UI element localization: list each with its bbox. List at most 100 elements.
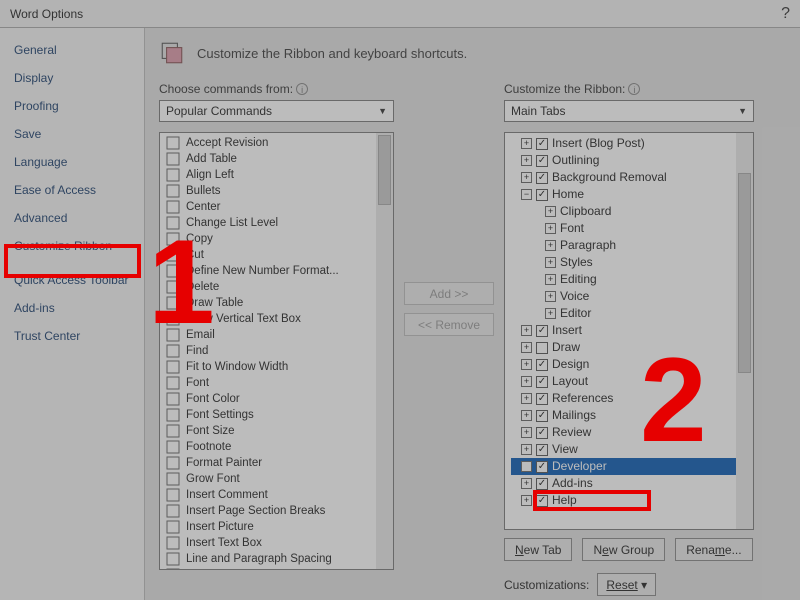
- sidebar-item-ease-of-access[interactable]: Ease of Access: [0, 176, 144, 204]
- tree-item-draw[interactable]: +Draw: [511, 339, 747, 356]
- sidebar-item-display[interactable]: Display: [0, 64, 144, 92]
- checkbox[interactable]: [536, 376, 548, 388]
- expander-icon[interactable]: +: [545, 257, 556, 268]
- command-item[interactable]: Add Table▸: [160, 151, 393, 167]
- new-group-button[interactable]: New Group: [582, 538, 665, 561]
- checkbox[interactable]: [536, 393, 548, 405]
- command-item[interactable]: Align Left: [160, 167, 393, 183]
- new-tab-button[interactable]: New Tab: [504, 538, 572, 561]
- expander-icon[interactable]: +: [545, 291, 556, 302]
- expander-icon[interactable]: +: [521, 359, 532, 370]
- tree-item-design[interactable]: +Design: [511, 356, 747, 373]
- tree-item-outlining[interactable]: +Outlining: [511, 152, 747, 169]
- expander-icon[interactable]: +: [521, 495, 532, 506]
- expander-icon[interactable]: +: [521, 444, 532, 455]
- command-item[interactable]: Font Settings: [160, 407, 393, 423]
- tree-item-voice[interactable]: +Voice: [511, 288, 747, 305]
- tree-item-clipboard[interactable]: +Clipboard: [511, 203, 747, 220]
- rename-button[interactable]: Rename...: [675, 538, 752, 561]
- sidebar-item-proofing[interactable]: Proofing: [0, 92, 144, 120]
- sidebar-item-save[interactable]: Save: [0, 120, 144, 148]
- command-item[interactable]: Font Color▸: [160, 391, 393, 407]
- command-item[interactable]: Bullets▸: [160, 183, 393, 199]
- tree-item-view[interactable]: +View: [511, 441, 747, 458]
- tree-item-developer[interactable]: +Developer: [511, 458, 747, 475]
- expander-icon[interactable]: +: [545, 206, 556, 217]
- expander-icon[interactable]: +: [521, 410, 532, 421]
- scroll-thumb[interactable]: [378, 135, 391, 205]
- tree-item-editor[interactable]: +Editor: [511, 305, 747, 322]
- checkbox[interactable]: [536, 461, 548, 473]
- command-item[interactable]: Fit to Window Width: [160, 359, 393, 375]
- tree-item-insert[interactable]: +Insert: [511, 322, 747, 339]
- command-item[interactable]: Center: [160, 199, 393, 215]
- sidebar-item-add-ins[interactable]: Add-ins: [0, 294, 144, 322]
- checkbox[interactable]: [536, 138, 548, 150]
- help-button[interactable]: ?: [781, 5, 790, 23]
- checkbox[interactable]: [536, 189, 548, 201]
- expander-icon[interactable]: +: [521, 155, 532, 166]
- info-icon[interactable]: i: [296, 83, 308, 95]
- expander-icon[interactable]: +: [521, 325, 532, 336]
- expander-icon[interactable]: +: [545, 240, 556, 251]
- command-item[interactable]: Insert Text Box: [160, 535, 393, 551]
- command-item[interactable]: Grow Font: [160, 471, 393, 487]
- expander-icon[interactable]: +: [521, 172, 532, 183]
- tree-item-layout[interactable]: +Layout: [511, 373, 747, 390]
- expander-icon[interactable]: +: [521, 427, 532, 438]
- expander-icon[interactable]: +: [545, 223, 556, 234]
- checkbox[interactable]: [536, 359, 548, 371]
- command-item[interactable]: Format Painter: [160, 455, 393, 471]
- sidebar-item-general[interactable]: General: [0, 36, 144, 64]
- customize-ribbon-dropdown[interactable]: Main Tabs▼: [504, 100, 754, 122]
- sidebar-item-language[interactable]: Language: [0, 148, 144, 176]
- expander-icon[interactable]: −: [521, 189, 532, 200]
- info-icon[interactable]: i: [628, 83, 640, 95]
- scrollbar[interactable]: [376, 133, 393, 569]
- command-item[interactable]: Font▭: [160, 375, 393, 391]
- checkbox[interactable]: [536, 427, 548, 439]
- command-item[interactable]: Insert Comment: [160, 487, 393, 503]
- choose-commands-dropdown[interactable]: Popular Commands▼: [159, 100, 394, 122]
- command-item[interactable]: Font Size▭: [160, 423, 393, 439]
- command-item[interactable]: Insert Page Section Breaks▸: [160, 503, 393, 519]
- command-item[interactable]: Accept Revision: [160, 135, 393, 151]
- tree-item-styles[interactable]: +Styles: [511, 254, 747, 271]
- add-button[interactable]: Add >>: [404, 282, 494, 305]
- checkbox[interactable]: [536, 478, 548, 490]
- command-item[interactable]: Footnote: [160, 439, 393, 455]
- tree-item-review[interactable]: +Review: [511, 424, 747, 441]
- command-item[interactable]: Link▸: [160, 567, 393, 570]
- checkbox[interactable]: [536, 444, 548, 456]
- scroll-thumb[interactable]: [738, 173, 751, 373]
- expander-icon[interactable]: +: [545, 308, 556, 319]
- tree-item-font[interactable]: +Font: [511, 220, 747, 237]
- sidebar-item-trust-center[interactable]: Trust Center: [0, 322, 144, 350]
- tree-item-insert-blog-post-[interactable]: +Insert (Blog Post): [511, 135, 747, 152]
- tree-item-home[interactable]: −Home: [511, 186, 747, 203]
- command-item[interactable]: Line and Paragraph Spacing▸: [160, 551, 393, 567]
- tree-item-editing[interactable]: +Editing: [511, 271, 747, 288]
- checkbox[interactable]: [536, 155, 548, 167]
- commands-listbox[interactable]: Accept RevisionAdd Table▸Align LeftBulle…: [159, 132, 394, 570]
- expander-icon[interactable]: +: [521, 342, 532, 353]
- tree-item-paragraph[interactable]: +Paragraph: [511, 237, 747, 254]
- checkbox[interactable]: [536, 342, 548, 354]
- ribbon-tree[interactable]: +Insert (Blog Post)+Outlining+Background…: [504, 132, 754, 530]
- checkbox[interactable]: [536, 172, 548, 184]
- remove-button[interactable]: << Remove: [404, 313, 494, 336]
- sidebar-item-advanced[interactable]: Advanced: [0, 204, 144, 232]
- scrollbar[interactable]: [736, 133, 753, 529]
- checkbox[interactable]: [536, 410, 548, 422]
- expander-icon[interactable]: +: [521, 376, 532, 387]
- expander-icon[interactable]: +: [521, 461, 532, 472]
- command-item[interactable]: Insert Picture: [160, 519, 393, 535]
- tree-item-references[interactable]: +References: [511, 390, 747, 407]
- expander-icon[interactable]: +: [545, 274, 556, 285]
- expander-icon[interactable]: +: [521, 478, 532, 489]
- expander-icon[interactable]: +: [521, 138, 532, 149]
- checkbox[interactable]: [536, 325, 548, 337]
- tree-item-background-removal[interactable]: +Background Removal: [511, 169, 747, 186]
- tree-item-mailings[interactable]: +Mailings: [511, 407, 747, 424]
- expander-icon[interactable]: +: [521, 393, 532, 404]
